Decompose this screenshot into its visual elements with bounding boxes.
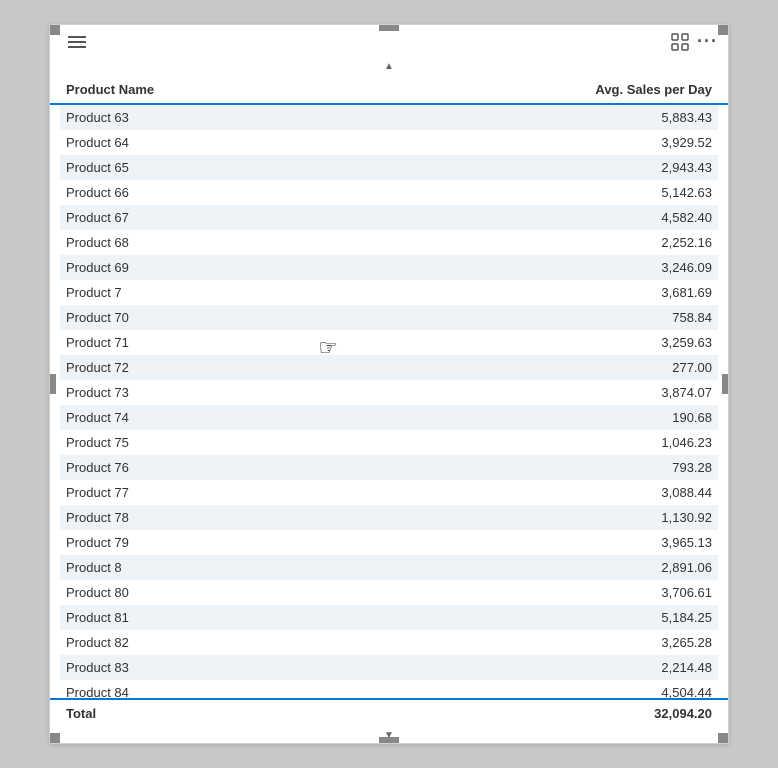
avg-sales-cell: 2,214.48 bbox=[266, 655, 712, 680]
scroll-up-arrow[interactable]: ▲ bbox=[50, 58, 728, 74]
table-row[interactable]: Product 674,582.40 bbox=[60, 205, 718, 230]
table-row[interactable]: Product 793,965.13 bbox=[60, 530, 718, 555]
avg-sales-cell: 2,943.43 bbox=[266, 155, 712, 180]
resize-handle-tr[interactable] bbox=[718, 25, 728, 35]
avg-sales-cell: 3,259.63 bbox=[266, 330, 712, 355]
table-row[interactable]: Product 815,184.25 bbox=[60, 605, 718, 630]
table-row[interactable]: Product 635,883.43 bbox=[60, 105, 718, 130]
avg-sales-cell: 1,130.92 bbox=[266, 505, 712, 530]
avg-sales-cell: 758.84 bbox=[266, 305, 712, 330]
product-name-cell: Product 74 bbox=[66, 405, 266, 430]
table-row[interactable]: Product 70758.84 bbox=[60, 305, 718, 330]
product-name-cell: Product 72 bbox=[66, 355, 266, 380]
column-header-product-name: Product Name bbox=[60, 74, 260, 103]
table-row[interactable]: Product 682,252.16 bbox=[60, 230, 718, 255]
avg-sales-cell: 3,706.61 bbox=[266, 580, 712, 605]
avg-sales-cell: 5,883.43 bbox=[266, 105, 712, 130]
avg-sales-cell: 4,504.44 bbox=[266, 680, 712, 698]
column-header-avg-sales: Avg. Sales per Day bbox=[260, 74, 718, 103]
table-header: Product Name Avg. Sales per Day bbox=[50, 74, 728, 105]
table-row[interactable]: Product 693,246.09 bbox=[60, 255, 718, 280]
avg-sales-cell: 1,046.23 bbox=[266, 430, 712, 455]
resize-handle-tl[interactable] bbox=[50, 25, 60, 35]
product-name-cell: Product 79 bbox=[66, 530, 266, 555]
avg-sales-cell: 2,891.06 bbox=[266, 555, 712, 580]
scroll-down-arrow[interactable]: ▼ bbox=[50, 727, 728, 743]
product-name-cell: Product 65 bbox=[66, 155, 266, 180]
product-name-cell: Product 71 bbox=[66, 330, 266, 355]
product-name-cell: Product 75 bbox=[66, 430, 266, 455]
avg-sales-cell: 3,088.44 bbox=[266, 480, 712, 505]
hamburger-icon[interactable] bbox=[68, 36, 86, 48]
table-row[interactable]: Product 773,088.44 bbox=[60, 480, 718, 505]
product-name-cell: Product 84 bbox=[66, 680, 266, 698]
avg-sales-cell: 3,874.07 bbox=[266, 380, 712, 405]
table-row[interactable]: Product 733,874.07 bbox=[60, 380, 718, 405]
product-name-cell: Product 68 bbox=[66, 230, 266, 255]
avg-sales-cell: 3,965.13 bbox=[266, 530, 712, 555]
resize-handle-top[interactable] bbox=[379, 25, 399, 31]
table-row[interactable]: Product 713,259.63 bbox=[60, 330, 718, 355]
widget-container: ··· ▲ Product Name Avg. Sales per Day Pr… bbox=[49, 24, 729, 744]
product-name-cell: Product 67 bbox=[66, 205, 266, 230]
more-options-icon[interactable]: ··· bbox=[697, 31, 718, 52]
product-name-cell: Product 80 bbox=[66, 580, 266, 605]
total-label: Total bbox=[66, 706, 266, 721]
table-footer: Total 32,094.20 bbox=[50, 698, 728, 727]
product-name-cell: Product 76 bbox=[66, 455, 266, 480]
product-name-cell: Product 77 bbox=[66, 480, 266, 505]
product-name-cell: Product 69 bbox=[66, 255, 266, 280]
product-name-cell: Product 82 bbox=[66, 630, 266, 655]
product-name-cell: Product 70 bbox=[66, 305, 266, 330]
table-row[interactable]: Product 643,929.52 bbox=[60, 130, 718, 155]
avg-sales-cell: 2,252.16 bbox=[266, 230, 712, 255]
focus-mode-icon[interactable] bbox=[671, 33, 689, 51]
avg-sales-cell: 3,929.52 bbox=[266, 130, 712, 155]
table-row[interactable]: Product 82,891.06 bbox=[60, 555, 718, 580]
avg-sales-cell: 5,184.25 bbox=[266, 605, 712, 630]
avg-sales-cell: 3,265.28 bbox=[266, 630, 712, 655]
avg-sales-cell: 277.00 bbox=[266, 355, 712, 380]
product-name-cell: Product 63 bbox=[66, 105, 266, 130]
table-row[interactable]: Product 751,046.23 bbox=[60, 430, 718, 455]
avg-sales-cell: 793.28 bbox=[266, 455, 712, 480]
product-name-cell: Product 64 bbox=[66, 130, 266, 155]
product-name-cell: Product 8 bbox=[66, 555, 266, 580]
table-row[interactable]: Product 832,214.48 bbox=[60, 655, 718, 680]
table-container: ▲ Product Name Avg. Sales per Day Produc… bbox=[50, 58, 728, 743]
product-name-cell: Product 73 bbox=[66, 380, 266, 405]
product-name-cell: Product 66 bbox=[66, 180, 266, 205]
avg-sales-cell: 190.68 bbox=[266, 405, 712, 430]
table-body[interactable]: Product 635,883.43Product 643,929.52Prod… bbox=[50, 105, 728, 698]
product-name-cell: Product 78 bbox=[66, 505, 266, 530]
table-row[interactable]: Product 781,130.92 bbox=[60, 505, 718, 530]
table-row[interactable]: Product 73,681.69 bbox=[60, 280, 718, 305]
avg-sales-cell: 3,681.69 bbox=[266, 280, 712, 305]
table-row[interactable]: Product 803,706.61 bbox=[60, 580, 718, 605]
table-row[interactable]: Product 72277.00 bbox=[60, 355, 718, 380]
product-name-cell: Product 83 bbox=[66, 655, 266, 680]
table-row[interactable]: Product 823,265.28 bbox=[60, 630, 718, 655]
avg-sales-cell: 5,142.63 bbox=[266, 180, 712, 205]
table-row[interactable]: Product 76793.28 bbox=[60, 455, 718, 480]
table-row[interactable]: Product 844,504.44 bbox=[60, 680, 718, 698]
table-row[interactable]: Product 652,943.43 bbox=[60, 155, 718, 180]
table-row[interactable]: Product 665,142.63 bbox=[60, 180, 718, 205]
total-value: 32,094.20 bbox=[266, 706, 712, 721]
table-row[interactable]: Product 74190.68 bbox=[60, 405, 718, 430]
product-name-cell: Product 81 bbox=[66, 605, 266, 630]
avg-sales-cell: 4,582.40 bbox=[266, 205, 712, 230]
avg-sales-cell: 3,246.09 bbox=[266, 255, 712, 280]
product-name-cell: Product 7 bbox=[66, 280, 266, 305]
